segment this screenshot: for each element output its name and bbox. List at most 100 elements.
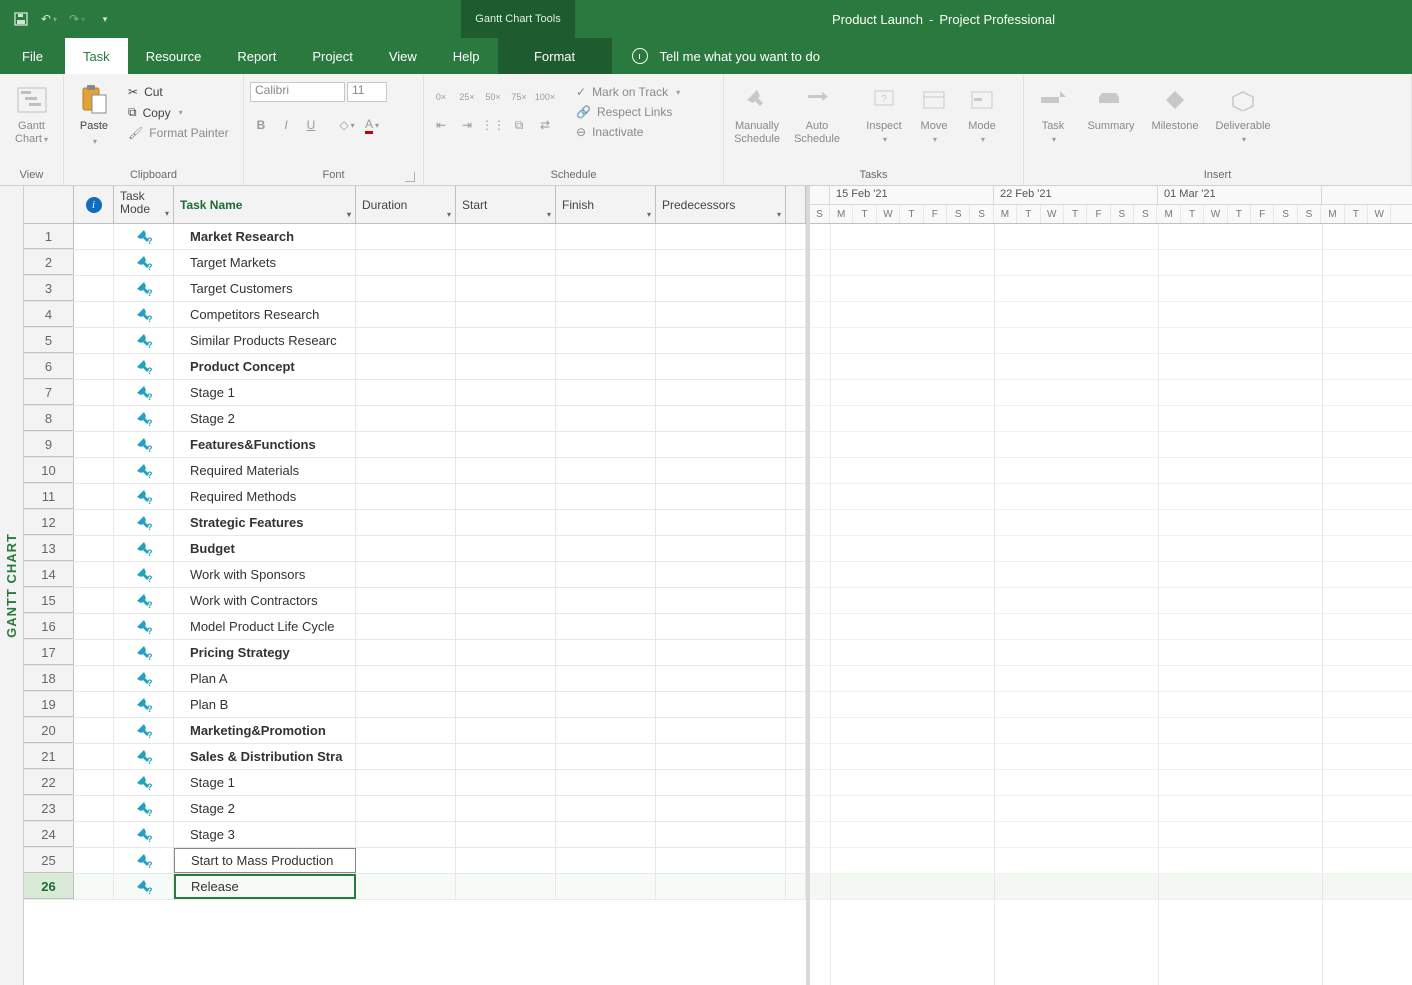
cell-duration[interactable] [356, 718, 456, 743]
cell-finish[interactable] [556, 692, 656, 717]
fill-color-button[interactable]: ◇▾ [336, 114, 358, 136]
cell-blank[interactable] [786, 796, 806, 821]
cell-blank[interactable] [786, 510, 806, 535]
cell-start[interactable] [456, 640, 556, 665]
cell-blank[interactable] [786, 224, 806, 249]
cell-task-mode[interactable]: ? [114, 822, 174, 847]
auto-schedule-button[interactable]: Auto Schedule [790, 82, 844, 146]
cell-duration[interactable] [356, 406, 456, 431]
font-color-button[interactable]: A▾ [361, 114, 383, 136]
cell-start[interactable] [456, 588, 556, 613]
cell-blank[interactable] [786, 250, 806, 275]
cell-start[interactable] [456, 666, 556, 691]
cell-task-name[interactable]: Plan A [174, 666, 356, 691]
tab-help[interactable]: Help [435, 38, 498, 74]
paste-button[interactable]: Paste ▾ [70, 82, 118, 146]
cell-task-mode[interactable]: ? [114, 640, 174, 665]
cell-task-name[interactable]: Product Concept [174, 354, 356, 379]
cell-task-mode[interactable]: ? [114, 380, 174, 405]
cell-duration[interactable] [356, 510, 456, 535]
pct100-button[interactable]: 100× [534, 86, 556, 108]
cell-duration[interactable] [356, 224, 456, 249]
task-row[interactable]: 10?Required Materials [24, 458, 806, 484]
cell-start[interactable] [456, 718, 556, 743]
cell-duration[interactable] [356, 640, 456, 665]
cell-info[interactable] [74, 796, 114, 821]
row-number[interactable]: 17 [24, 640, 74, 665]
cell-finish[interactable] [556, 432, 656, 457]
cell-info[interactable] [74, 380, 114, 405]
task-row[interactable]: 23?Stage 2 [24, 796, 806, 822]
cell-task-mode[interactable]: ? [114, 406, 174, 431]
cell-start[interactable] [456, 614, 556, 639]
cell-task-mode[interactable]: ? [114, 328, 174, 353]
cell-info[interactable] [74, 536, 114, 561]
row-number[interactable]: 26 [24, 874, 74, 899]
cell-info[interactable] [74, 354, 114, 379]
cell-start[interactable] [456, 406, 556, 431]
cell-info[interactable] [74, 328, 114, 353]
cell-predecessors[interactable] [656, 250, 786, 275]
cell-predecessors[interactable] [656, 536, 786, 561]
row-number[interactable]: 3 [24, 276, 74, 301]
task-row[interactable]: 22?Stage 1 [24, 770, 806, 796]
task-row[interactable]: 12?Strategic Features [24, 510, 806, 536]
copy-button[interactable]: ⧉Copy▾ [124, 104, 233, 121]
cell-info[interactable] [74, 770, 114, 795]
task-row[interactable]: 15?Work with Contractors [24, 588, 806, 614]
task-row[interactable]: 25?Start to Mass Production [24, 848, 806, 874]
format-painter-button[interactable]: 🖌Format Painter [124, 125, 233, 141]
cell-blank[interactable] [786, 692, 806, 717]
task-row[interactable]: 16?Model Product Life Cycle [24, 614, 806, 640]
cell-duration[interactable] [356, 276, 456, 301]
cell-task-mode[interactable]: ? [114, 588, 174, 613]
cell-task-mode[interactable]: ? [114, 744, 174, 769]
cell-predecessors[interactable] [656, 484, 786, 509]
cell-duration[interactable] [356, 458, 456, 483]
row-number[interactable]: 2 [24, 250, 74, 275]
insert-summary-button[interactable]: Summary [1082, 82, 1140, 133]
font-name-select[interactable]: Calibri [250, 82, 345, 102]
cell-task-name[interactable]: Stage 2 [174, 796, 356, 821]
cell-task-mode[interactable]: ? [114, 536, 174, 561]
cell-predecessors[interactable] [656, 588, 786, 613]
pct25-button[interactable]: 25× [456, 86, 478, 108]
cell-start[interactable] [456, 458, 556, 483]
cell-blank[interactable] [786, 640, 806, 665]
redo-button[interactable]: ↷▾ [66, 8, 88, 30]
task-row[interactable]: 14?Work with Sponsors [24, 562, 806, 588]
cell-start[interactable] [456, 536, 556, 561]
cell-start[interactable] [456, 354, 556, 379]
cell-start[interactable] [456, 692, 556, 717]
insert-deliverable-button[interactable]: Deliverable▾ [1210, 82, 1276, 146]
cell-predecessors[interactable] [656, 224, 786, 249]
task-row[interactable]: 4?Competitors Research [24, 302, 806, 328]
cell-blank[interactable] [786, 614, 806, 639]
cell-task-mode[interactable]: ? [114, 562, 174, 587]
cell-task-mode[interactable]: ? [114, 848, 174, 873]
task-row[interactable]: 24?Stage 3 [24, 822, 806, 848]
cell-info[interactable] [74, 276, 114, 301]
row-number[interactable]: 18 [24, 666, 74, 691]
cell-duration[interactable] [356, 822, 456, 847]
tab-report[interactable]: Report [219, 38, 294, 74]
row-number[interactable]: 22 [24, 770, 74, 795]
inactivate-button[interactable]: ⊖Inactivate [572, 124, 684, 140]
cell-start[interactable] [456, 770, 556, 795]
cell-blank[interactable] [786, 354, 806, 379]
cell-info[interactable] [74, 822, 114, 847]
outdent-button[interactable]: ⇤ [430, 114, 452, 136]
move-button[interactable]: Move▾ [913, 82, 955, 146]
cell-task-name[interactable]: Release [174, 874, 356, 899]
cell-duration[interactable] [356, 536, 456, 561]
cell-predecessors[interactable] [656, 640, 786, 665]
cell-task-mode[interactable]: ? [114, 354, 174, 379]
cell-predecessors[interactable] [656, 458, 786, 483]
cell-task-name[interactable]: Required Materials [174, 458, 356, 483]
pct0-button[interactable]: 0× [430, 86, 452, 108]
row-number[interactable]: 12 [24, 510, 74, 535]
cell-finish[interactable] [556, 614, 656, 639]
cell-blank[interactable] [786, 484, 806, 509]
cell-task-name[interactable]: Pricing Strategy [174, 640, 356, 665]
cell-finish[interactable] [556, 276, 656, 301]
